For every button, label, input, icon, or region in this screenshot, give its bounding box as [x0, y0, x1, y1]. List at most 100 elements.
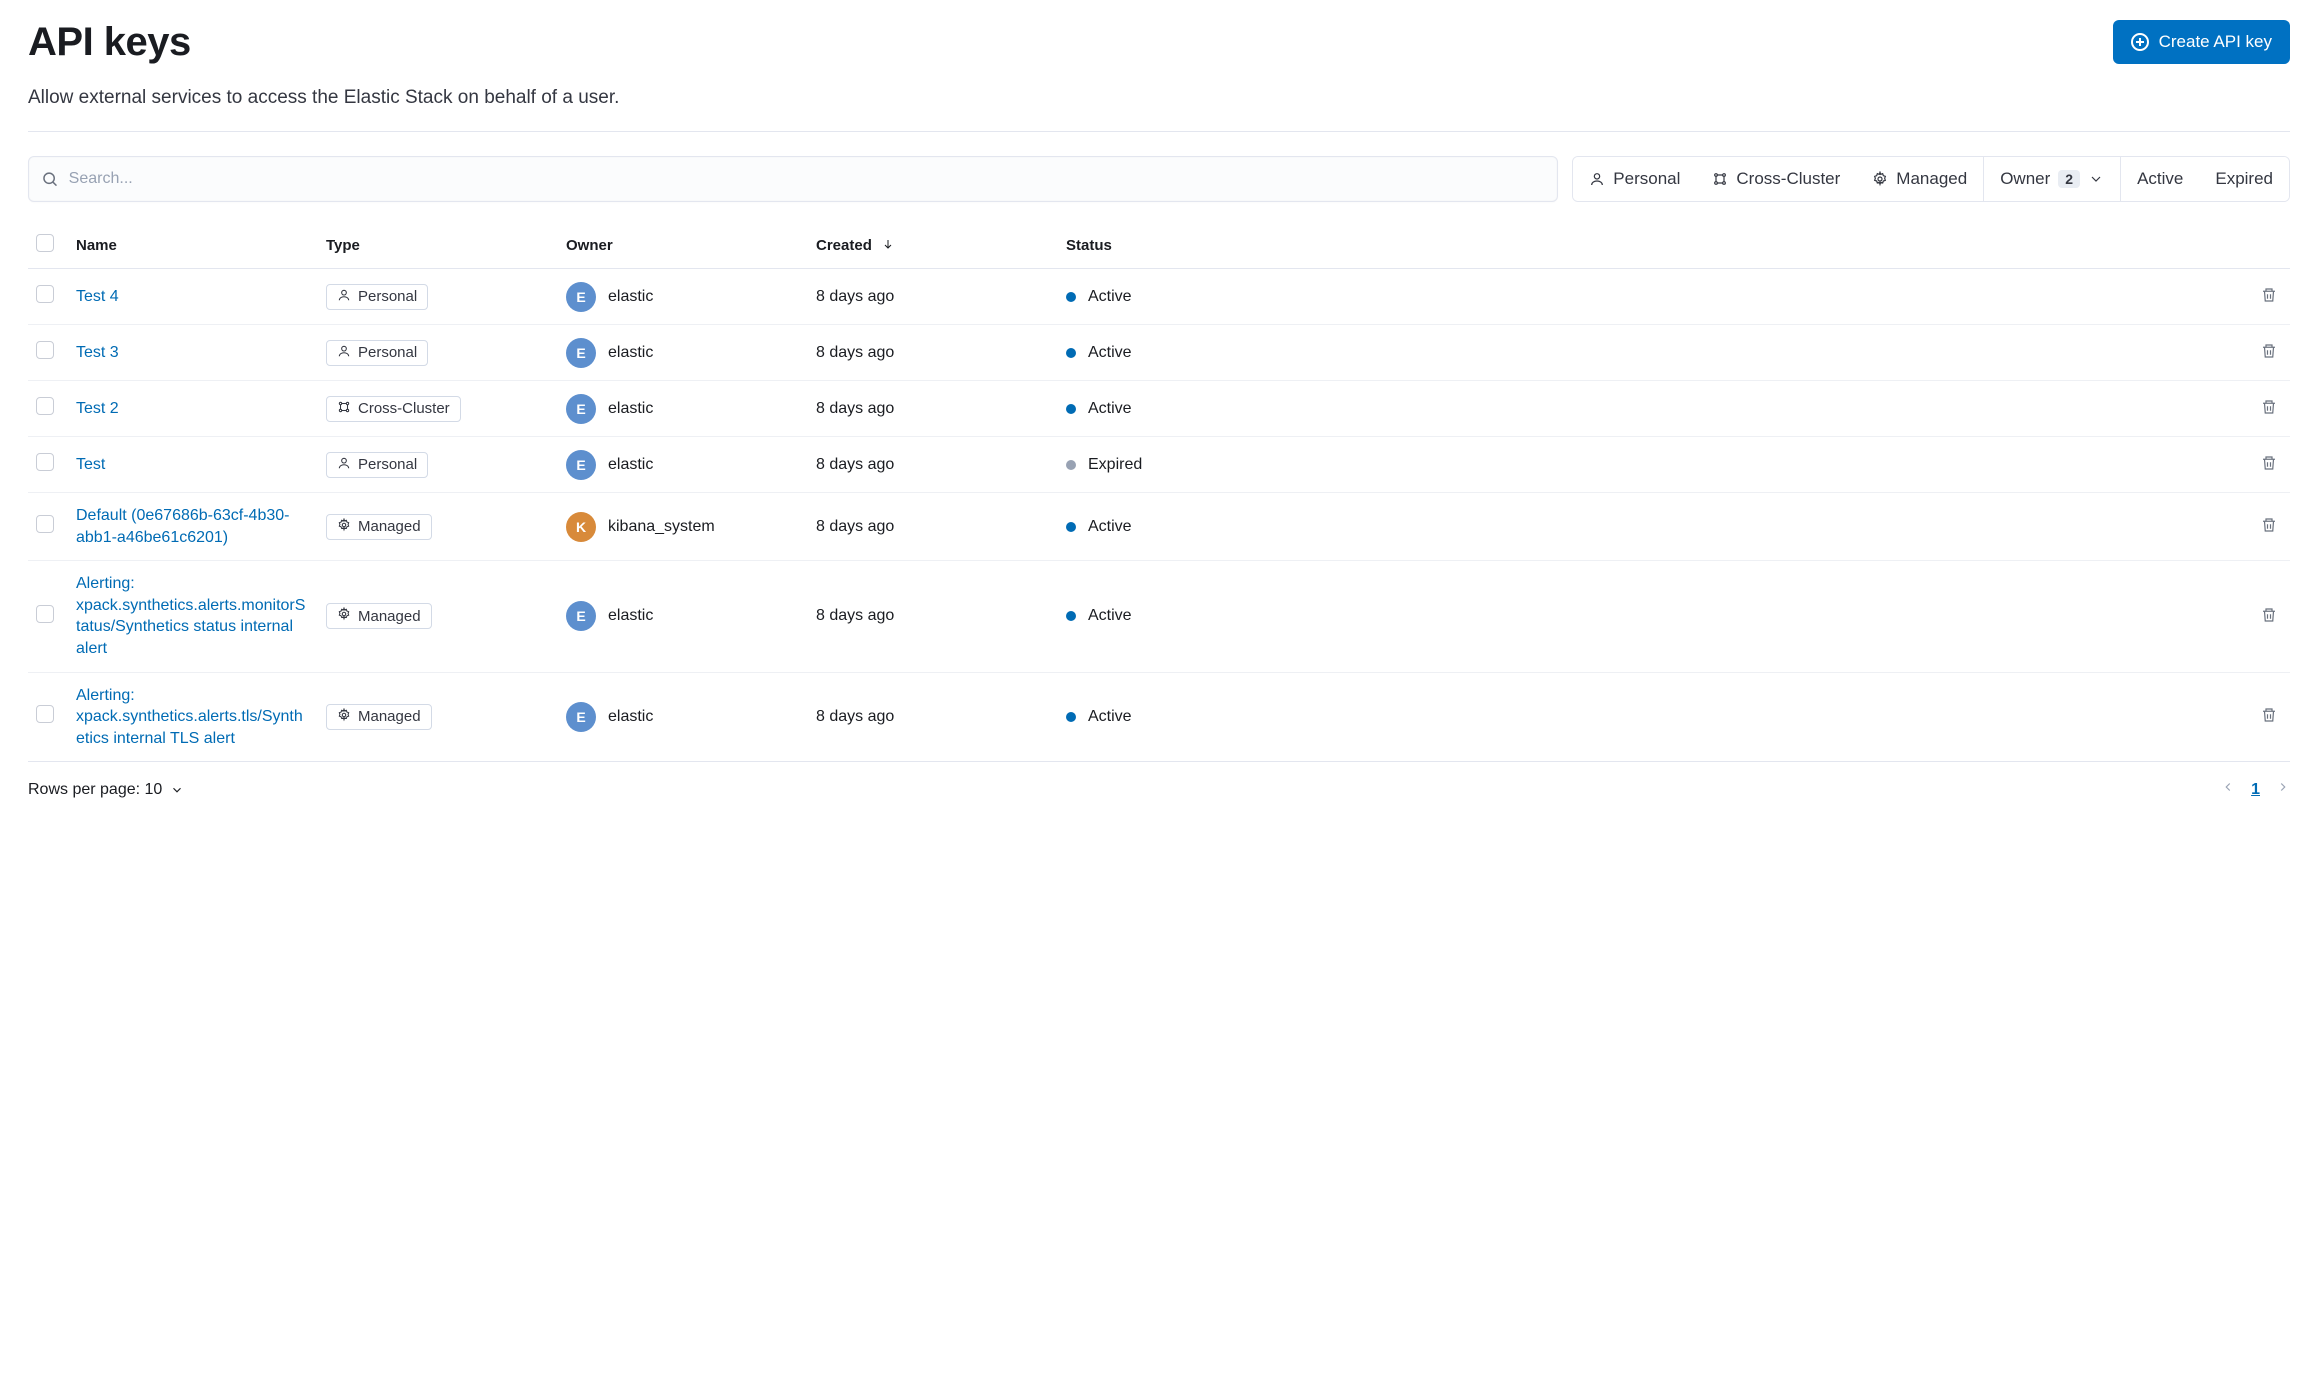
api-key-name-link[interactable]: Test — [76, 454, 105, 476]
delete-button[interactable] — [2256, 337, 2282, 368]
api-key-name-link[interactable]: Test 2 — [76, 398, 119, 420]
delete-button[interactable] — [2256, 281, 2282, 312]
pagination-prev[interactable] — [2221, 780, 2235, 799]
filter-group: Personal Cross-Cluster Managed Owner 2 A… — [1572, 156, 2290, 202]
filter-managed-label: Managed — [1896, 169, 1967, 189]
search-field-wrapper[interactable] — [28, 156, 1558, 202]
table-row: Alerting: xpack.synthetics.alerts.tls/Sy… — [28, 672, 2290, 762]
created-time: 8 days ago — [816, 607, 894, 624]
delete-button[interactable] — [2256, 393, 2282, 424]
create-api-key-button[interactable]: Create API key — [2113, 20, 2290, 64]
status-label: Active — [1088, 708, 1132, 726]
type-badge: Cross-Cluster — [326, 396, 461, 422]
created-time: 8 days ago — [816, 288, 894, 305]
column-header-name[interactable]: Name — [68, 224, 318, 269]
delete-button[interactable] — [2256, 601, 2282, 632]
row-checkbox[interactable] — [36, 605, 54, 623]
owner-name: elastic — [608, 607, 653, 625]
filter-cross-cluster[interactable]: Cross-Cluster — [1696, 157, 1856, 201]
row-checkbox[interactable] — [36, 285, 54, 303]
trash-icon — [2260, 523, 2278, 538]
pagination-next[interactable] — [2276, 780, 2290, 799]
row-checkbox[interactable] — [36, 453, 54, 471]
created-time: 8 days ago — [816, 708, 894, 725]
api-key-name-link[interactable]: Alerting: xpack.synthetics.alerts.tls/Sy… — [76, 685, 306, 750]
status-label: Active — [1088, 344, 1132, 362]
row-checkbox[interactable] — [36, 397, 54, 415]
status-label: Active — [1088, 518, 1132, 536]
cluster-icon — [337, 400, 351, 418]
delete-button[interactable] — [2256, 701, 2282, 732]
chevron-down-icon — [2088, 171, 2104, 187]
avatar: E — [566, 702, 596, 732]
chevron-down-icon — [170, 783, 184, 797]
sort-descending-icon — [882, 237, 894, 254]
type-badge: Managed — [326, 514, 432, 540]
type-label: Managed — [358, 518, 421, 535]
type-badge: Personal — [326, 340, 428, 366]
plus-circle-icon — [2131, 33, 2149, 51]
status-label: Expired — [1088, 456, 1142, 474]
status-dot-icon — [1066, 292, 1076, 302]
api-key-name-link[interactable]: Alerting: xpack.synthetics.alerts.monito… — [76, 573, 306, 659]
type-label: Personal — [358, 344, 417, 361]
trash-icon — [2260, 293, 2278, 308]
column-header-created-label: Created — [816, 237, 872, 254]
filter-personal[interactable]: Personal — [1573, 157, 1696, 201]
trash-icon — [2260, 405, 2278, 420]
pagination-page-current[interactable]: 1 — [2251, 781, 2260, 799]
api-keys-table: Name Type Owner Created Status Test 4Per… — [28, 224, 2290, 762]
api-key-name-link[interactable]: Test 4 — [76, 286, 119, 308]
user-icon — [337, 456, 351, 474]
avatar: E — [566, 282, 596, 312]
owner-name: elastic — [608, 344, 653, 362]
cluster-icon — [1712, 171, 1728, 187]
filter-active[interactable]: Active — [2121, 157, 2199, 201]
table-row: TestPersonalEelastic8 days agoExpired — [28, 437, 2290, 493]
trash-icon — [2260, 461, 2278, 476]
table-row: Default (0e67686b-63cf-4b30-abb1-a46be61… — [28, 493, 2290, 561]
table-row: Test 4PersonalEelastic8 days agoActive — [28, 269, 2290, 325]
type-badge: Personal — [326, 452, 428, 478]
trash-icon — [2260, 713, 2278, 728]
type-badge: Managed — [326, 603, 432, 629]
user-icon — [337, 288, 351, 306]
section-divider — [28, 131, 2290, 132]
gear-icon — [337, 518, 351, 536]
status-dot-icon — [1066, 522, 1076, 532]
column-header-type[interactable]: Type — [318, 224, 558, 269]
row-checkbox[interactable] — [36, 515, 54, 533]
delete-button[interactable] — [2256, 511, 2282, 542]
status-dot-icon — [1066, 611, 1076, 621]
api-key-name-link[interactable]: Default (0e67686b-63cf-4b30-abb1-a46be61… — [76, 505, 306, 548]
type-label: Managed — [358, 608, 421, 625]
status-dot-icon — [1066, 712, 1076, 722]
filter-owner[interactable]: Owner 2 — [1984, 157, 2120, 201]
row-checkbox[interactable] — [36, 705, 54, 723]
select-all-checkbox[interactable] — [36, 234, 54, 252]
row-checkbox[interactable] — [36, 341, 54, 359]
rows-per-page-selector[interactable]: Rows per page: 10 — [28, 781, 184, 799]
type-label: Cross-Cluster — [358, 400, 450, 417]
column-header-owner[interactable]: Owner — [558, 224, 808, 269]
status-dot-icon — [1066, 404, 1076, 414]
filter-personal-label: Personal — [1613, 169, 1680, 189]
filter-expired-label: Expired — [2215, 169, 2273, 189]
type-label: Personal — [358, 456, 417, 473]
table-row: Test 2Cross-ClusterEelastic8 days agoAct… — [28, 381, 2290, 437]
column-header-status[interactable]: Status — [1058, 224, 2240, 269]
gear-icon — [337, 708, 351, 726]
search-input[interactable] — [69, 170, 1546, 188]
owner-name: kibana_system — [608, 518, 715, 536]
created-time: 8 days ago — [816, 456, 894, 473]
type-label: Managed — [358, 708, 421, 725]
created-time: 8 days ago — [816, 400, 894, 417]
filter-expired[interactable]: Expired — [2199, 157, 2289, 201]
filter-managed[interactable]: Managed — [1856, 157, 1983, 201]
status-label: Active — [1088, 607, 1132, 625]
column-header-created[interactable]: Created — [808, 224, 1058, 269]
api-key-name-link[interactable]: Test 3 — [76, 342, 119, 364]
delete-button[interactable] — [2256, 449, 2282, 480]
table-row: Test 3PersonalEelastic8 days agoActive — [28, 325, 2290, 381]
gear-icon — [337, 607, 351, 625]
